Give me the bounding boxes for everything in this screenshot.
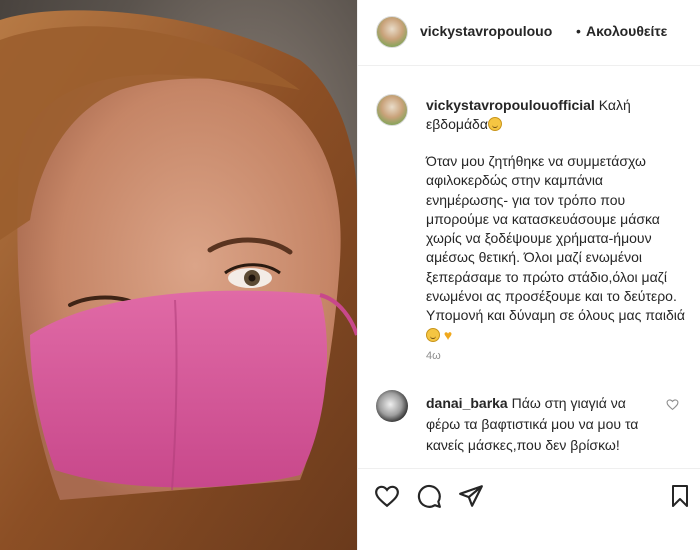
comment-like-heart-icon[interactable] <box>666 398 679 416</box>
smile-emoji-icon <box>487 117 502 131</box>
like-heart-icon[interactable] <box>374 483 400 514</box>
yellow-heart-emoji-icon: ♥ <box>443 326 453 343</box>
post-side-panel: vickystavropoulouo • Ακολουθείτε vickyst… <box>357 0 700 550</box>
header-username[interactable]: vickystavropoulouo <box>420 23 552 39</box>
comment: danai_barka Πάω στη γιαγιά να φέρω τα βα… <box>426 393 651 456</box>
header-avatar[interactable] <box>376 16 408 48</box>
header-separator: • <box>576 23 581 39</box>
post-photo-illustration <box>0 10 357 550</box>
bookmark-icon[interactable] <box>668 483 692 514</box>
post-timestamp[interactable]: 4ω <box>426 350 441 362</box>
post-photo[interactable] <box>0 0 357 550</box>
caption-avatar[interactable] <box>376 94 408 126</box>
comment-avatar[interactable] <box>376 390 408 422</box>
comment-username[interactable]: danai_barka <box>426 395 508 411</box>
caption-username[interactable]: vickystavropoulouofficial <box>426 97 595 113</box>
share-paper-plane-icon[interactable] <box>458 483 484 514</box>
caption-body: Όταν μου ζητήθηκε να συμμετάσχω αφιλοκερ… <box>426 152 686 345</box>
face-mask <box>30 290 328 488</box>
following-button[interactable]: Ακολουθείτε <box>586 23 667 39</box>
caption-body-text: Όταν μου ζητήθηκε να συμμετάσχω αφιλοκερ… <box>426 153 685 324</box>
smile-emoji-icon <box>426 327 440 342</box>
pupil <box>248 274 256 282</box>
caption-heading: vickystavropoulouofficial Καλή εβδομάδα <box>426 96 681 134</box>
action-bar <box>358 468 700 551</box>
comment-bubble-icon[interactable] <box>416 483 442 514</box>
post-header: vickystavropoulouo • Ακολουθείτε <box>358 0 700 66</box>
